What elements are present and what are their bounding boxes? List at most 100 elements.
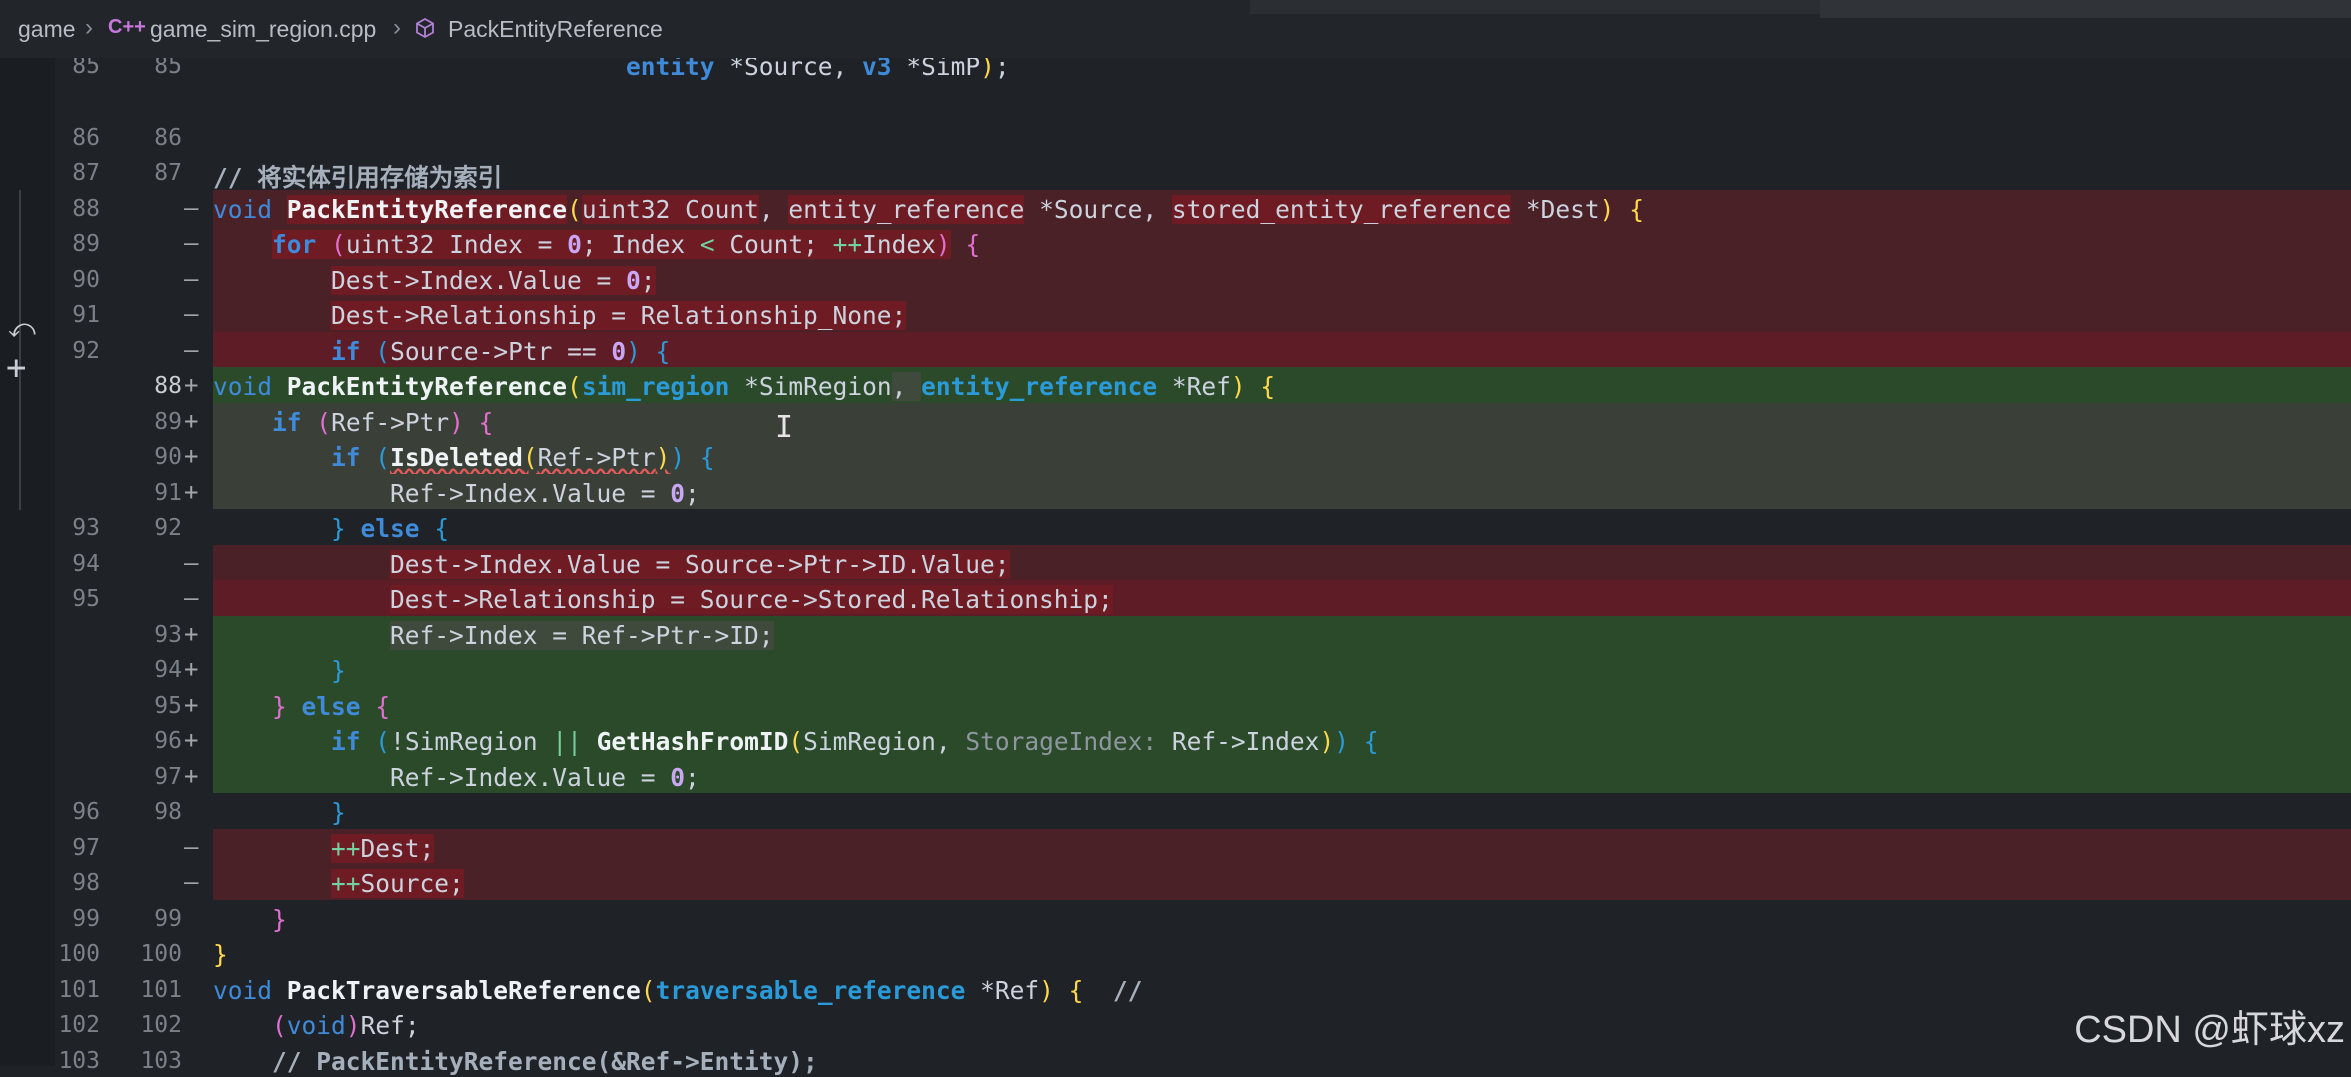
code-line-added[interactable]: 96 + if (!SimRegion || GetHashFromID(Sim… xyxy=(0,722,2351,758)
code-text: } else { xyxy=(213,692,390,721)
code-line-added[interactable]: 90 + if (IsDeleted(Ref->Ptr)) { xyxy=(0,438,2351,474)
new-line-number: 91 xyxy=(130,480,182,506)
chevron-right-icon: › xyxy=(85,14,93,42)
old-line-number: 86 xyxy=(48,125,100,151)
diff-mark: — xyxy=(184,336,198,364)
new-line-number: 90 xyxy=(130,444,182,470)
diff-mark: + xyxy=(184,691,198,719)
new-line-number: 97 xyxy=(130,764,182,790)
symbol-class-icon xyxy=(414,17,436,45)
diff-mark: + xyxy=(184,407,198,435)
code-text: } xyxy=(213,905,287,934)
new-line-number: 103 xyxy=(130,1048,182,1074)
code-line[interactable]: 87 87 // 将实体引用存储为索引 xyxy=(0,154,2351,190)
old-line-number: 96 xyxy=(48,799,100,825)
new-line-number: 86 xyxy=(130,125,182,151)
old-line-number: 88 xyxy=(48,196,100,222)
chevron-right-icon: › xyxy=(393,14,401,42)
code-line[interactable]: 86 86 xyxy=(0,119,2351,155)
code-line-added[interactable]: 89 + if (Ref->Ptr) { xyxy=(0,403,2351,439)
old-line-number: 103 xyxy=(48,1048,100,1074)
code-text: } xyxy=(213,940,228,969)
new-line-number: 94 xyxy=(130,657,182,683)
code-text: if (!SimRegion || GetHashFromID(SimRegio… xyxy=(213,727,1379,756)
code-text: void PackEntityReference(uint32 Count, e… xyxy=(213,195,1644,224)
code-text: if (Ref->Ptr) { xyxy=(213,408,493,437)
old-line-number: 99 xyxy=(48,906,100,932)
old-line-number: 95 xyxy=(48,586,100,612)
diff-mark: — xyxy=(184,833,198,861)
code-text: Ref->Index.Value = 0; xyxy=(213,763,700,792)
diff-mark: — xyxy=(184,194,198,222)
tab-bar-edge xyxy=(1820,0,2351,18)
old-line-number: 98 xyxy=(48,870,100,896)
diff-mark: — xyxy=(184,229,198,257)
new-line-number: 99 xyxy=(130,906,182,932)
old-line-number: 93 xyxy=(48,515,100,541)
code-text: void PackTraversableReference(traversabl… xyxy=(213,976,1142,1005)
new-line-number: 98 xyxy=(130,799,182,825)
code-line[interactable]: 102 102 (void)Ref; xyxy=(0,1006,2351,1042)
code-line-deleted[interactable]: 88 — void PackEntityReference(uint32 Cou… xyxy=(0,190,2351,226)
code-line-added[interactable]: 95 + } else { xyxy=(0,687,2351,723)
diff-editor[interactable]: 84 84 internal entity *AddEntity(game_mo… xyxy=(0,0,2351,1066)
new-line-number: 100 xyxy=(130,941,182,967)
stage-change-plus-icon[interactable]: + xyxy=(6,348,26,388)
code-line[interactable]: 101 101 void PackTraversableReference(tr… xyxy=(0,971,2351,1007)
diff-gutter xyxy=(0,58,55,1066)
code-line-added[interactable]: 88 + void PackEntityReference(sim_region… xyxy=(0,367,2351,403)
diff-mark: — xyxy=(184,584,198,612)
code-line-deleted[interactable]: 97 — ++Dest; xyxy=(0,829,2351,865)
code-line-deleted[interactable]: 98 — ++Source; xyxy=(0,864,2351,900)
diff-mark: + xyxy=(184,655,198,683)
code-line[interactable]: 96 98 } xyxy=(0,793,2351,829)
code-text: } else { xyxy=(213,514,449,543)
diff-mark: + xyxy=(184,442,198,470)
code-line[interactable]: 93 92 } else { xyxy=(0,509,2351,545)
cpp-file-icon: C++ xyxy=(108,16,146,39)
code-line-added[interactable]: 91 + Ref->Index.Value = 0; xyxy=(0,474,2351,510)
old-line-number: 94 xyxy=(48,551,100,577)
new-line-number: 89 xyxy=(130,409,182,435)
breadcrumb-file[interactable]: game_sim_region.cpp xyxy=(150,16,376,43)
code-line-added[interactable]: 93 + Ref->Index = Ref->Ptr->ID; xyxy=(0,616,2351,652)
diff-mark: + xyxy=(184,762,198,790)
code-line-deleted[interactable]: 90 — Dest->Index.Value = 0; xyxy=(0,261,2351,297)
code-text: Dest->Relationship = Relationship_None; xyxy=(213,301,906,330)
breadcrumb-folder[interactable]: game xyxy=(18,16,76,43)
old-line-number: 91 xyxy=(48,302,100,328)
code-text: ++Dest; xyxy=(213,834,434,863)
code-line-deleted[interactable]: 91 — Dest->Relationship = Relationship_N… xyxy=(0,296,2351,332)
old-line-number: 101 xyxy=(48,977,100,1003)
revert-change-icon[interactable]: ⤺ xyxy=(8,314,36,345)
code-text: Ref->Index.Value = 0; xyxy=(213,479,700,508)
code-line-added[interactable]: 97 + Ref->Index.Value = 0; xyxy=(0,758,2351,794)
text-cursor-icon: I xyxy=(775,410,793,445)
old-line-number: 100 xyxy=(48,941,100,967)
code-line[interactable]: 100 100 } xyxy=(0,935,2351,971)
code-line[interactable]: 99 99 } xyxy=(0,900,2351,936)
code-text: if (IsDeleted(Ref->Ptr)) { xyxy=(213,443,715,472)
code-text: Dest->Relationship = Source->Stored.Rela… xyxy=(213,585,1113,614)
code-line-added[interactable]: 94 + } xyxy=(0,651,2351,687)
code-line-deleted[interactable]: 94 — Dest->Index.Value = Source->Ptr->ID… xyxy=(0,545,2351,581)
diff-mark: + xyxy=(184,726,198,754)
code-text: Dest->Index.Value = Source->Ptr->ID.Valu… xyxy=(213,550,1010,579)
new-line-number: 93 xyxy=(130,622,182,648)
breadcrumb-symbol[interactable]: PackEntityReference xyxy=(448,16,663,43)
breadcrumb: game › C++ game_sim_region.cpp › PackEnt… xyxy=(0,0,2351,58)
old-line-number: 97 xyxy=(48,835,100,861)
code-text: } xyxy=(213,798,346,827)
diff-mark: — xyxy=(184,868,198,896)
code-line-deleted[interactable]: 92 — if (Source->Ptr == 0) { xyxy=(0,332,2351,368)
diff-mark: + xyxy=(184,478,198,506)
code-text: if (Source->Ptr == 0) { xyxy=(213,337,670,366)
code-line[interactable]: 103 103 // PackEntityReference(&Ref->Ent… xyxy=(0,1042,2351,1077)
code-line-deleted[interactable]: 95 — Dest->Relationship = Source->Stored… xyxy=(0,580,2351,616)
code-text: void PackEntityReference(sim_region *Sim… xyxy=(213,372,1275,401)
diff-mark: + xyxy=(184,620,198,648)
code-text: ++Source; xyxy=(213,869,464,898)
code-line-deleted[interactable]: 89 — for (uint32 Index = 0; Index < Coun… xyxy=(0,225,2351,261)
code-text: Dest->Index.Value = 0; xyxy=(213,266,656,295)
old-line-number: 102 xyxy=(48,1012,100,1038)
